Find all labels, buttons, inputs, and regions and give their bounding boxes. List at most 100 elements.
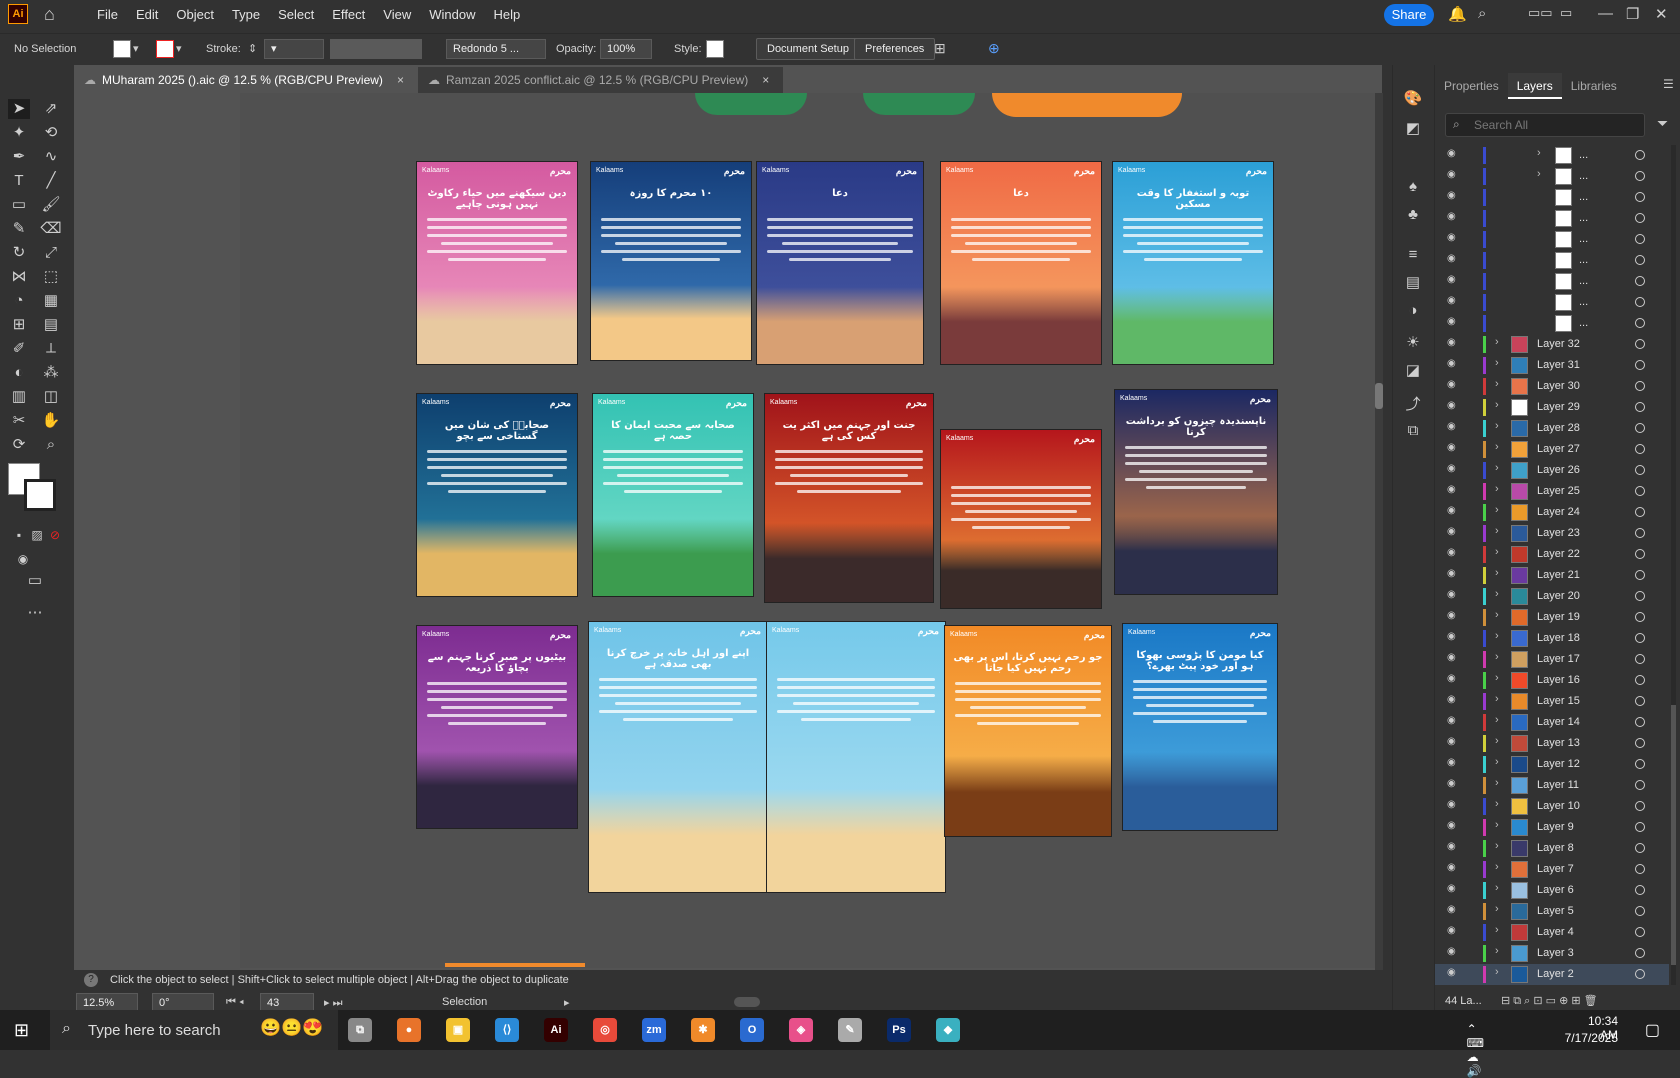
close-tab-icon[interactable]: × xyxy=(397,73,404,87)
visibility-eye-icon[interactable]: ◉ xyxy=(1447,631,1461,643)
expand-chevron-icon[interactable]: › xyxy=(1537,147,1541,159)
visibility-eye-icon[interactable]: ◉ xyxy=(1447,295,1461,307)
export-panel-icon[interactable]: ⤴ xyxy=(1402,395,1424,415)
none-mode-icon[interactable]: ⊘ xyxy=(44,525,66,545)
sublayer-row[interactable]: ◉... xyxy=(1435,313,1669,334)
visibility-eye-icon[interactable]: ◉ xyxy=(1447,904,1461,916)
visibility-eye-icon[interactable]: ◉ xyxy=(1447,967,1461,979)
visibility-eye-icon[interactable]: ◉ xyxy=(1447,169,1461,181)
artboard-card[interactable]: Kalaams محرم کیا مومن کا پڑوسی بھوکا ہو او… xyxy=(1122,623,1278,831)
visibility-eye-icon[interactable]: ◉ xyxy=(1447,274,1461,286)
arrange-icon[interactable]: ▭ xyxy=(1560,5,1572,21)
expand-chevron-icon[interactable]: › xyxy=(1495,378,1499,390)
target-circle-icon[interactable] xyxy=(1635,696,1645,706)
direct-selection-tool-icon[interactable]: ⇗ xyxy=(40,99,62,119)
style-swatch[interactable] xyxy=(706,39,724,58)
panel-tab-libraries[interactable]: Libraries xyxy=(1562,73,1626,99)
target-circle-icon[interactable] xyxy=(1635,402,1645,412)
target-circle-icon[interactable] xyxy=(1635,759,1645,769)
layer-row[interactable]: ◉ › Layer 2 xyxy=(1435,964,1669,985)
target-circle-icon[interactable] xyxy=(1635,612,1645,622)
artboard-card[interactable]: Kalaams محرم دین سیکھنے میں حیاء رکاوٹ نہی… xyxy=(416,161,578,365)
visibility-eye-icon[interactable]: ◉ xyxy=(1447,757,1461,769)
visibility-eye-icon[interactable]: ◉ xyxy=(1447,925,1461,937)
align-icon[interactable]: ⊞ xyxy=(934,40,946,57)
layer-row[interactable]: ◉ › Layer 4 xyxy=(1435,922,1669,943)
footer-icons[interactable]: ⊟ ⧉ ⌕ ⊡ ▭ ⊕ ⊞ 🗑 xyxy=(1501,994,1598,1008)
selection-tool-icon[interactable]: ➤ xyxy=(8,99,30,119)
stroke-swatch[interactable] xyxy=(156,39,174,58)
visibility-eye-icon[interactable]: ◉ xyxy=(1447,358,1461,370)
app-pen-icon[interactable]: ✎ xyxy=(838,1018,862,1042)
layer-row[interactable]: ◉ › Layer 14 xyxy=(1435,712,1669,733)
zoom-tool-icon[interactable]: ⌕ xyxy=(40,435,62,455)
tray-icons[interactable]: ⌃ ⌨ ☁ 🔊 xyxy=(1467,1022,1484,1078)
target-circle-icon[interactable] xyxy=(1635,549,1645,559)
graphic-styles-icon[interactable]: ◪ xyxy=(1402,361,1424,381)
draw-mode-icon[interactable]: ◉ xyxy=(12,549,34,569)
curvature-tool-icon[interactable]: ∿ xyxy=(40,147,62,167)
outlook-icon[interactable]: O xyxy=(740,1018,764,1042)
expand-chevron-icon[interactable]: › xyxy=(1495,588,1499,600)
paintbrush-icon[interactable]: 🖌 xyxy=(40,195,62,215)
shape-builder-icon[interactable]: ◔ xyxy=(8,291,30,311)
stroke-panel-icon[interactable]: ≡ xyxy=(1402,245,1424,265)
expand-chevron-icon[interactable]: › xyxy=(1495,504,1499,516)
target-circle-icon[interactable] xyxy=(1635,801,1645,811)
target-circle-icon[interactable] xyxy=(1635,150,1645,160)
target-circle-icon[interactable] xyxy=(1635,948,1645,958)
document-tab[interactable]: ☁ Ramzan 2025 conflict.aic @ 12.5 % (RGB/… xyxy=(417,67,784,93)
magic-wand-icon[interactable]: ✦ xyxy=(8,123,30,143)
target-circle-icon[interactable] xyxy=(1635,528,1645,538)
mesh-tool-icon[interactable]: ⊞ xyxy=(8,315,30,335)
visibility-eye-icon[interactable]: ◉ xyxy=(1447,820,1461,832)
visibility-eye-icon[interactable]: ◉ xyxy=(1447,568,1461,580)
menu-window[interactable]: Window xyxy=(420,7,484,22)
artboards-panel-icon[interactable]: ⧉ xyxy=(1402,421,1424,441)
target-circle-icon[interactable] xyxy=(1635,717,1645,727)
menu-edit[interactable]: Edit xyxy=(127,7,167,22)
layer-row[interactable]: ◉ › Layer 9 xyxy=(1435,817,1669,838)
brush-dropdown[interactable]: Redondo 5 ... xyxy=(446,38,546,59)
horizontal-scroll-thumb[interactable] xyxy=(734,997,760,1007)
layer-row[interactable]: ◉ › Layer 27 xyxy=(1435,439,1669,460)
visibility-eye-icon[interactable]: ◉ xyxy=(1447,337,1461,349)
visibility-eye-icon[interactable]: ◉ xyxy=(1447,862,1461,874)
panel-tab-properties[interactable]: Properties xyxy=(1435,73,1508,99)
expand-chevron-icon[interactable]: › xyxy=(1495,651,1499,663)
color-panel-icon[interactable]: 🎨 xyxy=(1402,89,1424,109)
artboard-card[interactable]: Kalaams محرم دعا xyxy=(940,161,1102,365)
expand-chevron-icon[interactable]: › xyxy=(1495,672,1499,684)
expand-chevron-icon[interactable]: › xyxy=(1495,756,1499,768)
fill-swatch[interactable] xyxy=(113,39,131,58)
help-icon[interactable]: ? xyxy=(84,973,98,987)
blend-tool-icon[interactable]: ◐ xyxy=(8,363,30,383)
visibility-eye-icon[interactable]: ◉ xyxy=(1447,946,1461,958)
minimize-icon[interactable]: — xyxy=(1598,5,1613,22)
target-circle-icon[interactable] xyxy=(1635,927,1645,937)
visibility-eye-icon[interactable]: ◉ xyxy=(1447,148,1461,160)
artboard-card[interactable]: Kalaams محرم جنت اور جہنم میں اکثر یت کس ک… xyxy=(764,393,934,603)
layer-row[interactable]: ◉ › Layer 21 xyxy=(1435,565,1669,586)
menu-effect[interactable]: Effect xyxy=(323,7,374,22)
target-circle-icon[interactable] xyxy=(1635,570,1645,580)
visibility-eye-icon[interactable]: ◉ xyxy=(1447,799,1461,811)
visibility-eye-icon[interactable]: ◉ xyxy=(1447,526,1461,538)
file-explorer-icon[interactable]: ▣ xyxy=(446,1018,470,1042)
stroke-stepper[interactable]: ⇕ xyxy=(248,42,257,55)
visibility-eye-icon[interactable]: ◉ xyxy=(1447,400,1461,412)
target-circle-icon[interactable] xyxy=(1635,969,1645,979)
artboard-card[interactable]: Kalaams محرم ۱۰ محرم کا روزہ xyxy=(590,161,752,361)
layer-row[interactable]: ◉ › Layer 29 xyxy=(1435,397,1669,418)
layer-row[interactable]: ◉ › Layer 10 xyxy=(1435,796,1669,817)
expand-chevron-icon[interactable]: › xyxy=(1495,777,1499,789)
expand-chevron-icon[interactable]: › xyxy=(1495,714,1499,726)
expand-chevron-icon[interactable]: › xyxy=(1495,357,1499,369)
expand-chevron-icon[interactable]: › xyxy=(1495,420,1499,432)
menu-type[interactable]: Type xyxy=(223,7,269,22)
fill-dropdown-icon[interactable]: ▾ xyxy=(133,42,139,55)
expand-chevron-icon[interactable]: › xyxy=(1495,819,1499,831)
target-circle-icon[interactable] xyxy=(1635,906,1645,916)
target-circle-icon[interactable] xyxy=(1635,486,1645,496)
sublayer-row[interactable]: ◉... xyxy=(1435,250,1669,271)
